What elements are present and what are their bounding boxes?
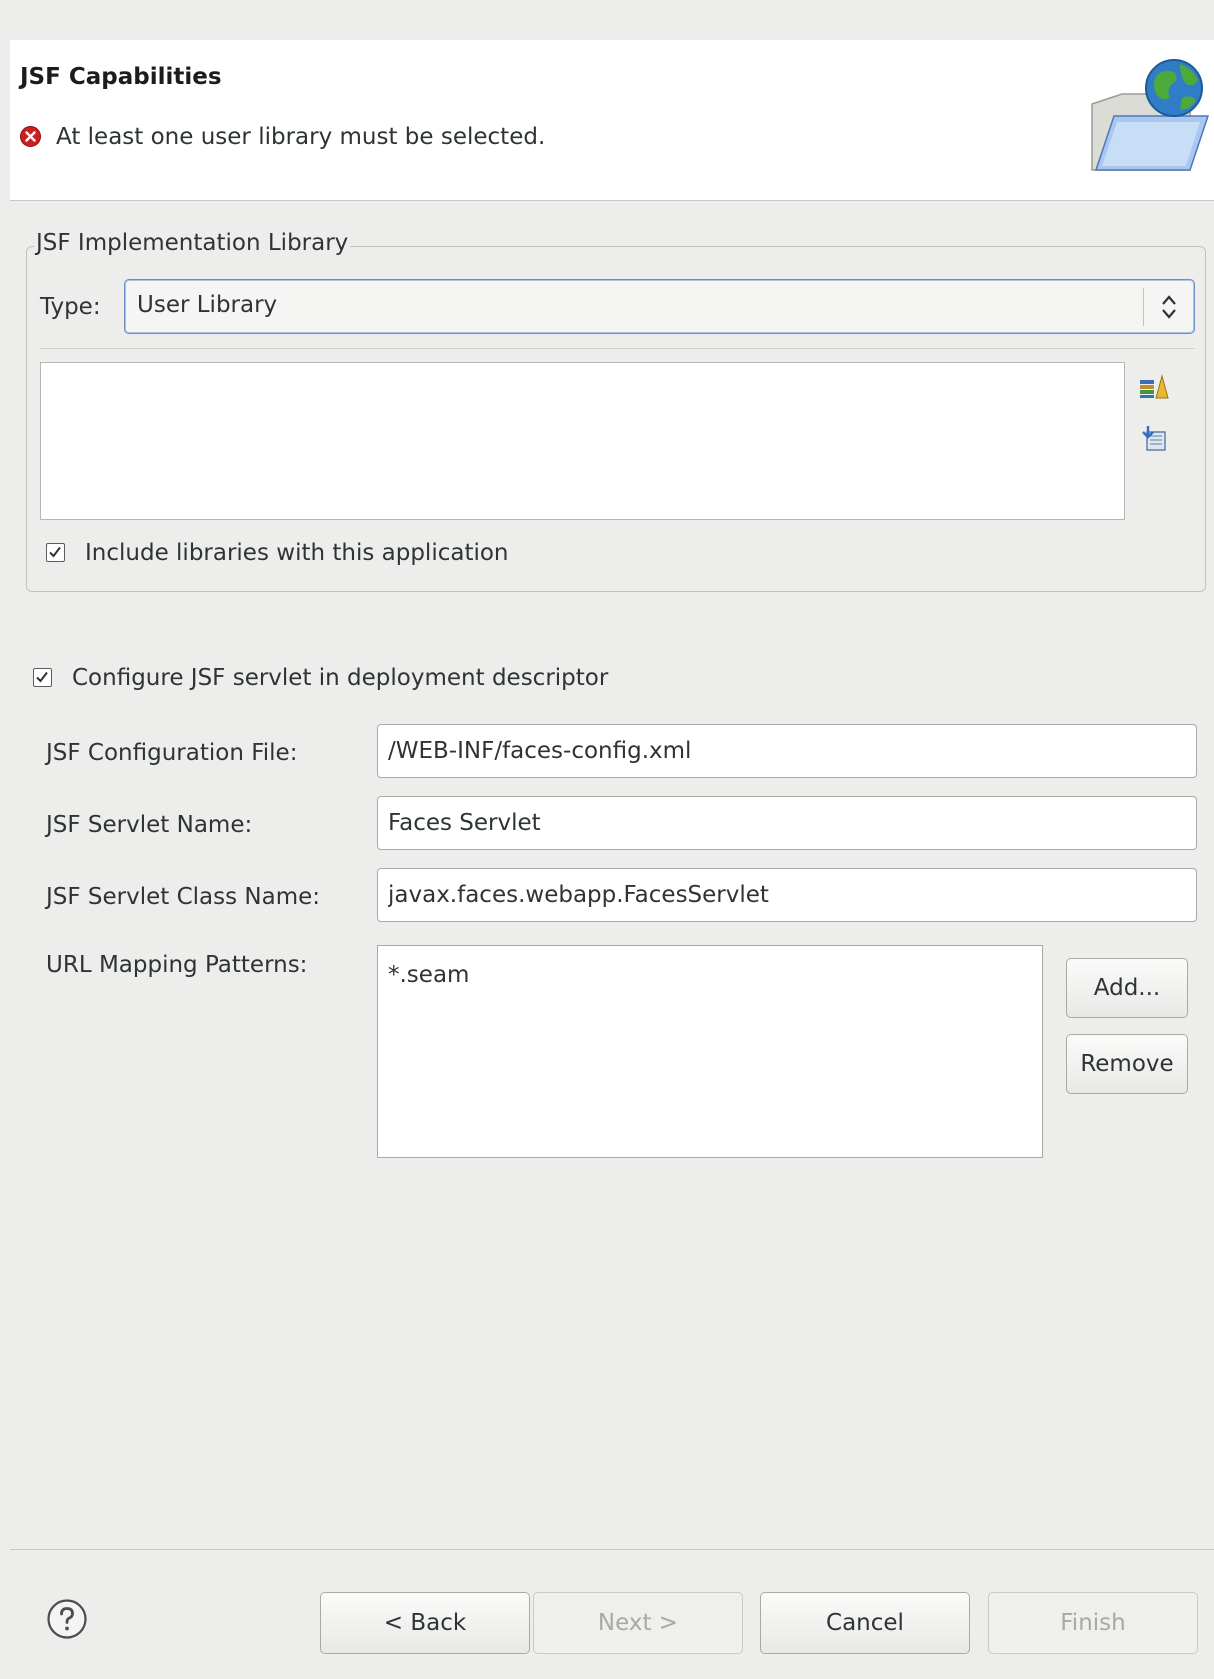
footer-separator bbox=[10, 1549, 1214, 1550]
list-item[interactable]: *.seam bbox=[388, 962, 469, 988]
group-title: JSF Implementation Library bbox=[34, 230, 351, 256]
servlet-name-label: JSF Servlet Name: bbox=[46, 812, 253, 838]
download-library-button[interactable] bbox=[1138, 422, 1170, 454]
page-title: JSF Capabilities bbox=[20, 64, 222, 90]
error-message: At least one user library must be select… bbox=[56, 124, 546, 150]
error-icon bbox=[20, 126, 41, 147]
configure-servlet-checkbox[interactable] bbox=[33, 668, 52, 687]
type-combo-value: User Library bbox=[137, 292, 278, 318]
url-mapping-label: URL Mapping Patterns: bbox=[46, 952, 308, 978]
checkmark-icon bbox=[36, 671, 48, 683]
servlet-class-input[interactable] bbox=[377, 868, 1197, 922]
include-libraries-label[interactable]: Include libraries with this application bbox=[85, 540, 509, 566]
include-libraries-checkbox[interactable] bbox=[46, 543, 65, 562]
cancel-button[interactable]: Cancel bbox=[760, 1592, 970, 1654]
checkmark-icon bbox=[49, 546, 61, 558]
config-file-input[interactable] bbox=[377, 724, 1197, 778]
books-icon bbox=[1140, 374, 1169, 399]
config-file-label: JSF Configuration File: bbox=[46, 740, 298, 766]
type-combo[interactable]: User Library bbox=[124, 279, 1195, 334]
servlet-class-label: JSF Servlet Class Name: bbox=[46, 884, 321, 910]
configure-servlet-label[interactable]: Configure JSF servlet in deployment desc… bbox=[72, 665, 608, 691]
header-separator bbox=[10, 200, 1214, 201]
back-button[interactable]: < Back bbox=[320, 1592, 530, 1654]
library-list[interactable] bbox=[40, 362, 1125, 520]
combo-divider bbox=[1143, 288, 1144, 326]
remove-pattern-button[interactable]: Remove bbox=[1066, 1034, 1188, 1094]
url-patterns-list[interactable]: *.seam bbox=[377, 945, 1043, 1158]
next-button[interactable]: Next > bbox=[533, 1592, 743, 1654]
download-library-icon bbox=[1142, 426, 1166, 451]
group-separator bbox=[40, 348, 1195, 349]
updown-chevron-icon bbox=[1162, 295, 1176, 319]
type-label: Type: bbox=[40, 294, 101, 320]
help-icon[interactable] bbox=[46, 1598, 88, 1640]
top-strip bbox=[0, 0, 1214, 12]
finish-button[interactable]: Finish bbox=[988, 1592, 1198, 1654]
add-pattern-button[interactable]: Add... bbox=[1066, 958, 1188, 1018]
folder-globe-icon bbox=[1091, 59, 1210, 171]
manage-libraries-button[interactable] bbox=[1138, 370, 1170, 402]
servlet-name-input[interactable] bbox=[377, 796, 1197, 850]
